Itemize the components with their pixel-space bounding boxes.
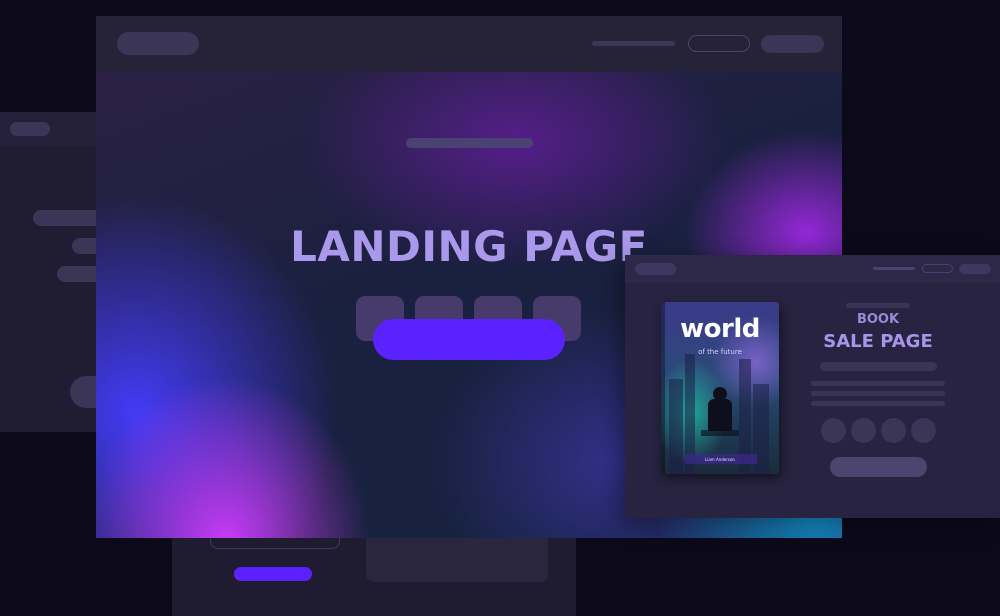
hero-cta-button[interactable] bbox=[373, 319, 565, 360]
back-window-left bbox=[0, 112, 113, 432]
sale-page-title: SALE PAGE bbox=[823, 331, 933, 352]
book-cover-image: world of the future Liam Anderson bbox=[661, 302, 779, 474]
book-label: BOOK bbox=[856, 312, 900, 327]
cta-button-placeholder[interactable] bbox=[234, 567, 312, 581]
nav-outline-button[interactable] bbox=[688, 35, 750, 52]
nav-filled-button[interactable] bbox=[959, 264, 991, 274]
subtitle-placeholder bbox=[820, 362, 937, 371]
book-cover-title: world bbox=[680, 314, 760, 344]
nav-outline-button[interactable] bbox=[922, 264, 953, 273]
book-window-header bbox=[625, 255, 1000, 283]
book-cover-author: Liam Anderson bbox=[705, 457, 735, 462]
feature-dot[interactable] bbox=[851, 418, 876, 443]
cover-figure-body bbox=[708, 399, 732, 431]
feature-dot[interactable] bbox=[911, 418, 936, 443]
nav-filled-button[interactable] bbox=[761, 35, 824, 53]
feature-dot[interactable] bbox=[821, 418, 846, 443]
text-line-placeholder bbox=[811, 391, 945, 396]
book-cover-subtitle: of the future bbox=[698, 348, 742, 356]
nav-link-placeholder[interactable] bbox=[592, 41, 675, 46]
landing-header bbox=[96, 16, 842, 72]
hero-eyebrow-placeholder bbox=[406, 138, 533, 148]
feature-dot[interactable] bbox=[881, 418, 906, 443]
text-line-placeholder bbox=[811, 381, 945, 386]
book-sale-window: world of the future Liam Anderson BOOK S… bbox=[625, 255, 1000, 518]
buy-button-placeholder[interactable] bbox=[830, 457, 927, 477]
text-line-placeholder bbox=[811, 401, 945, 406]
nav-link-placeholder[interactable] bbox=[873, 267, 915, 270]
header-logo-placeholder bbox=[10, 122, 50, 136]
eyebrow-placeholder bbox=[846, 303, 910, 308]
logo-placeholder[interactable] bbox=[635, 263, 676, 275]
logo-placeholder[interactable] bbox=[117, 32, 199, 55]
